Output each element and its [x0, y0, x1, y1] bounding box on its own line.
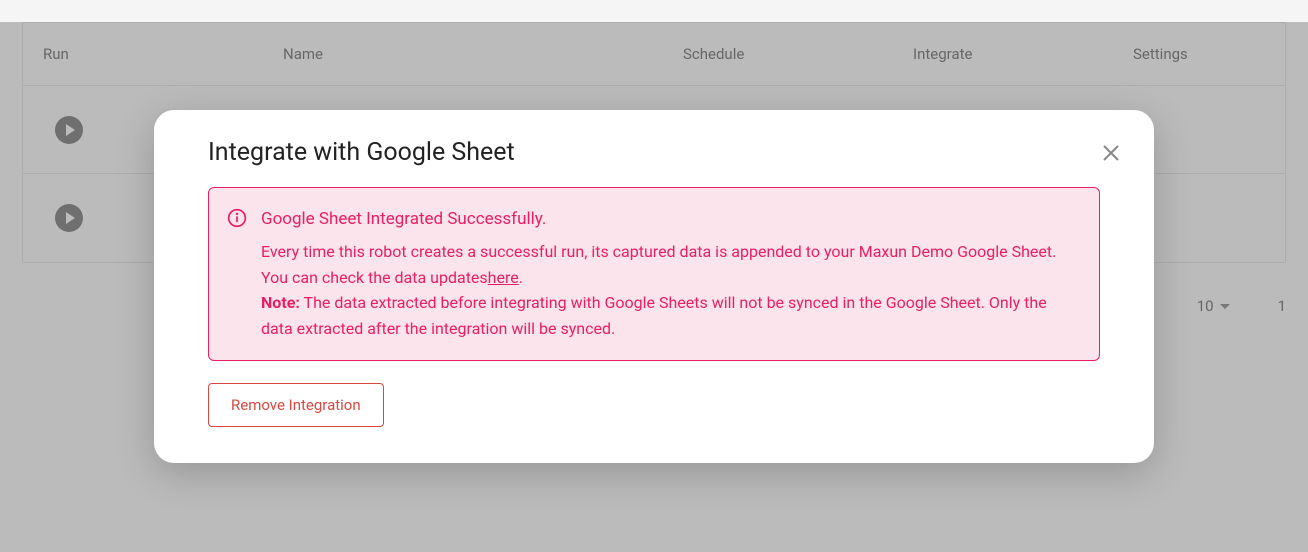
alert-text-1-end: . [519, 268, 523, 287]
remove-integration-button[interactable]: Remove Integration [208, 383, 384, 427]
close-button[interactable] [1098, 140, 1124, 169]
modal-title: Integrate with Google Sheet [208, 138, 515, 167]
alert-text-1: Every time this robot creates a successf… [261, 242, 1056, 287]
integration-modal: Integrate with Google Sheet Google Sheet… [154, 110, 1154, 463]
info-icon [227, 208, 247, 228]
modal-overlay[interactable]: Integrate with Google Sheet Google Sheet… [0, 22, 1308, 552]
here-link[interactable]: here [488, 268, 519, 287]
note-label: Note: [261, 293, 300, 312]
success-alert: Google Sheet Integrated Successfully. Ev… [208, 187, 1100, 361]
alert-title: Google Sheet Integrated Successfully. [261, 206, 1079, 233]
alert-body: Every time this robot creates a successf… [261, 239, 1079, 341]
note-text: The data extracted before integrating wi… [261, 293, 1047, 338]
close-icon [1102, 144, 1120, 162]
